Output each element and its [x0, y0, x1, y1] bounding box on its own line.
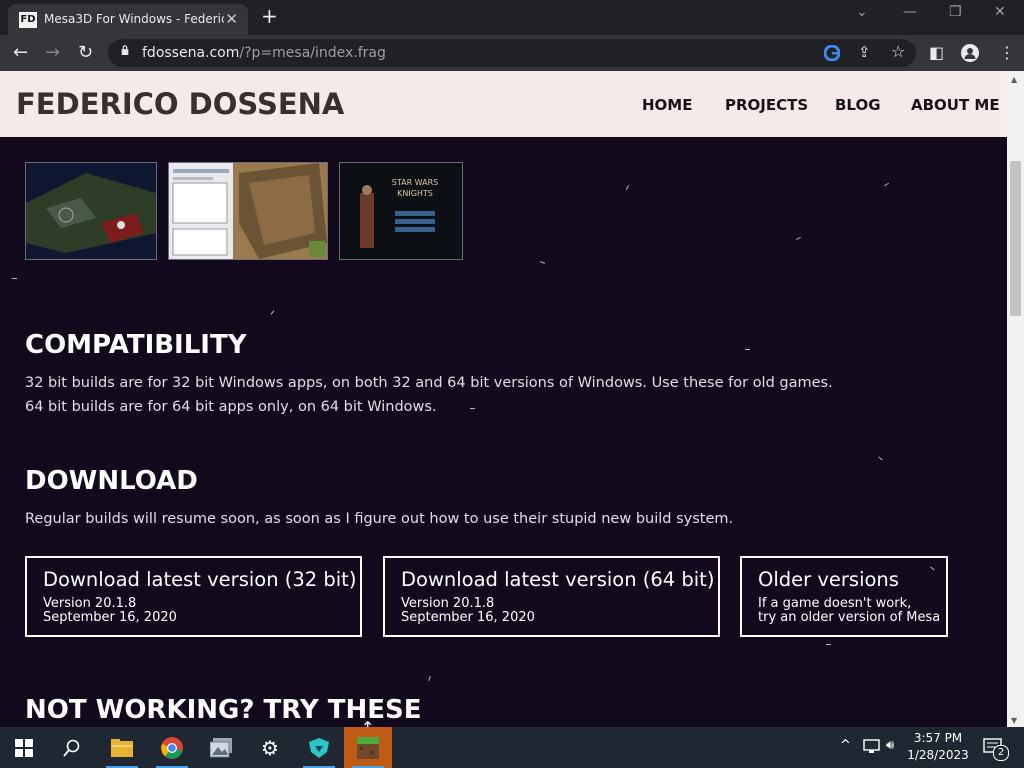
folder-icon — [111, 739, 133, 757]
google-icon[interactable] — [824, 45, 840, 61]
share-icon[interactable]: ⇪ — [858, 43, 871, 61]
browser-toolbar: ← → ↻ fdossena.com/?p=mesa/index.frag ⇪ … — [0, 35, 1024, 71]
restore-icon[interactable]: ❐ — [949, 4, 962, 20]
new-tab-icon[interactable]: + — [261, 4, 278, 28]
screenshot-thumbnail-space-game[interactable] — [25, 162, 157, 260]
compatibility-line-2: 64 bit builds are for 64 bit apps only, … — [25, 399, 437, 415]
grass-block-icon — [357, 737, 379, 759]
windows-taskbar: ⚙ ^ 🔊︎ 3:57 PM 1/28/2023 2 — [0, 727, 1024, 768]
nav-projects[interactable]: PROJECTS — [725, 96, 808, 114]
back-icon[interactable]: ← — [13, 42, 28, 63]
star-particle — [884, 182, 889, 187]
star-particle — [270, 310, 275, 315]
tab-strip: FD Mesa3D For Windows - Federico Dossena… — [0, 0, 1024, 35]
star-particle — [826, 644, 831, 645]
chrome-icon — [161, 737, 183, 759]
browser-tab[interactable]: FD Mesa3D For Windows - Federico Dossena… — [8, 4, 248, 35]
search-icon — [63, 739, 80, 757]
older-versions-title: Older versions — [758, 568, 899, 591]
address-bar[interactable]: fdossena.com/?p=mesa/index.frag ⇪ ☆ — [108, 39, 916, 67]
search-button[interactable] — [48, 727, 96, 768]
download-64bit-title: Download latest version (64 bit) — [401, 568, 715, 591]
show-hidden-icons-chevron-icon[interactable]: ^ — [840, 738, 851, 753]
file-explorer-button[interactable] — [98, 727, 146, 768]
scroll-down-arrow-icon[interactable]: ▼ — [1011, 716, 1017, 725]
close-tab-icon[interactable]: ✕ — [225, 10, 238, 28]
site-header: FEDERICO DOSSENA HOME PROJECTS BLOG ABOU… — [0, 71, 1007, 137]
lock-icon — [121, 45, 129, 55]
star-particle — [428, 675, 431, 682]
tab-title: Mesa3D For Windows - Federico Dossena — [44, 12, 224, 26]
star-particle — [625, 185, 630, 190]
nav-blog[interactable]: BLOG — [835, 96, 881, 114]
web-page: FEDERICO DOSSENA HOME PROJECTS BLOG ABOU… — [0, 71, 1007, 727]
star-particle — [796, 236, 801, 241]
download-64bit-button[interactable]: Download latest version (64 bit) Version… — [383, 556, 720, 637]
settings-button[interactable]: ⚙ — [246, 727, 294, 768]
scroll-up-arrow-icon[interactable]: ▲ — [1011, 75, 1017, 84]
minimize-icon[interactable]: — — [903, 4, 917, 20]
side-panel-icon[interactable]: ◧ — [929, 43, 944, 62]
menu-kebab-icon[interactable]: ⋮ — [999, 43, 1015, 62]
compatibility-text: 32 bit builds are for 32 bit Windows app… — [25, 371, 833, 419]
vpn-app-button[interactable] — [295, 727, 343, 768]
notification-count-badge: 2 — [993, 745, 1009, 761]
close-window-icon[interactable]: ✕ — [994, 4, 1006, 20]
older-versions-hint: If a game doesn't work, try an older vers… — [758, 596, 941, 625]
reload-icon[interactable]: ↻ — [78, 42, 93, 63]
star-particle — [12, 278, 17, 279]
download-32bit-title: Download latest version (32 bit) — [43, 568, 357, 591]
chrome-button[interactable] — [148, 727, 196, 768]
windows-logo-icon — [15, 739, 33, 757]
notifications-button[interactable]: 2 — [983, 738, 1009, 761]
photos-app-button[interactable] — [198, 727, 246, 768]
profile-icon[interactable] — [961, 44, 979, 62]
star-particle — [539, 261, 546, 264]
minecraft-button[interactable] — [344, 727, 392, 768]
system-clock[interactable]: 3:57 PM 1/28/2023 — [898, 730, 978, 764]
compatibility-heading: COMPATIBILITY — [25, 330, 247, 360]
site-favicon: FD — [19, 12, 37, 28]
photos-icon — [209, 738, 232, 758]
site-title[interactable]: FEDERICO DOSSENA — [16, 87, 344, 121]
screenshot-thumbnail-kotor[interactable]: STAR WARS KNIGHTS — [339, 162, 463, 260]
start-button[interactable] — [0, 727, 48, 768]
gear-icon: ⚙ — [261, 736, 279, 760]
nav-about-me[interactable]: ABOUT ME — [911, 96, 1000, 114]
download-32bit-version: Version 20.1.8 September 16, 2020 — [43, 596, 177, 625]
nav-home[interactable]: HOME — [642, 96, 692, 114]
tab-search-icon[interactable]: ⌄ — [856, 4, 868, 20]
download-32bit-button[interactable]: Download latest version (32 bit) Version… — [25, 556, 362, 637]
volume-icon[interactable]: 🔊︎ — [886, 738, 894, 753]
screenshot-thumbnail-config-tool[interactable] — [168, 162, 328, 260]
bookmark-star-icon[interactable]: ☆ — [891, 42, 905, 61]
star-particle — [745, 349, 750, 350]
shield-icon — [309, 738, 329, 758]
clock-date: 1/28/2023 — [907, 748, 969, 762]
scrollbar-thumb[interactable] — [1010, 161, 1021, 316]
page-scrollbar[interactable]: ▲ ▼ — [1007, 71, 1024, 727]
star-particle — [878, 456, 883, 461]
url-text: fdossena.com/?p=mesa/index.frag — [142, 45, 386, 61]
svg-text:STAR WARS: STAR WARS — [392, 178, 439, 187]
svg-text:KNIGHTS: KNIGHTS — [397, 189, 433, 198]
older-versions-button[interactable]: Older versions If a game doesn't work, tr… — [740, 556, 948, 637]
forward-icon[interactable]: → — [45, 42, 60, 63]
download-note: Regular builds will resume soon, as soon… — [25, 511, 734, 527]
clock-time: 3:57 PM — [913, 731, 963, 745]
download-64bit-version: Version 20.1.8 September 16, 2020 — [401, 596, 535, 625]
network-icon[interactable] — [863, 739, 880, 754]
compatibility-line-1: 32 bit builds are for 32 bit Windows app… — [25, 375, 833, 391]
download-heading: DOWNLOAD — [25, 466, 198, 496]
